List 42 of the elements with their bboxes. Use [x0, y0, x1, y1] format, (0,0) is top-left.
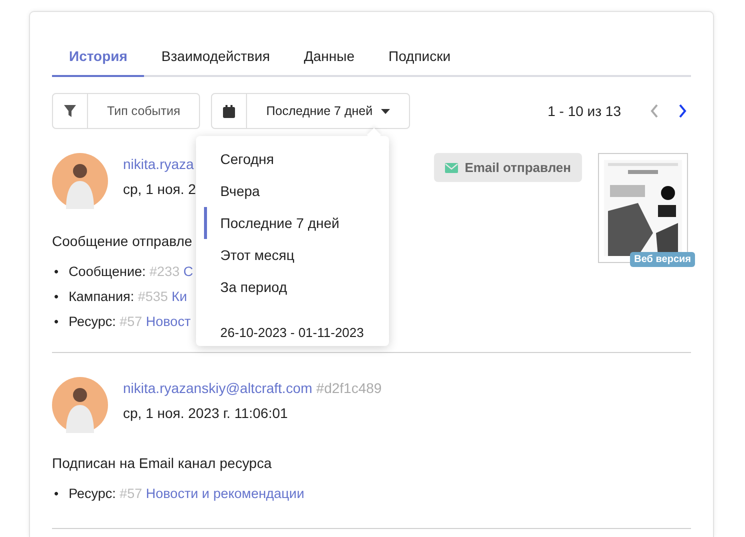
menu-item[interactable]: Сегодня: [204, 143, 390, 175]
page-range: 1 - 10 из 13: [548, 103, 621, 119]
caret-icon: [380, 108, 390, 114]
period-select[interactable]: Последние 7 дней: [247, 94, 409, 128]
contact-email[interactable]: nikita.ryazanskiy@altcraft.com: [123, 380, 312, 396]
status-badge: Email отправлен: [434, 153, 582, 182]
chevron-left-icon: [650, 104, 659, 118]
date-range: 26-10-2023 - 01-11-2023: [219, 324, 365, 340]
tab[interactable]: Данные: [286, 42, 372, 77]
menu-item[interactable]: Последние 7 дней: [204, 207, 390, 239]
avatar: [52, 377, 108, 433]
bullet: •: [54, 288, 59, 306]
detail-link[interactable]: Новост: [146, 314, 191, 329]
detail-link[interactable]: Ки: [172, 289, 188, 304]
event-date: ср, 1 ноя. 2: [123, 181, 196, 197]
detail-item: Ресурс: #57 Новости и рекомендации: [68, 485, 304, 503]
calendar-icon: [223, 104, 236, 118]
contact-hash: #d2f1c489: [316, 380, 382, 396]
event-type-filter[interactable]: Тип события: [52, 93, 200, 129]
tab[interactable]: Подписки: [372, 42, 468, 77]
tab[interactable]: История: [52, 42, 144, 77]
bullet: •: [54, 485, 59, 503]
menu-item[interactable]: Этот месяц: [204, 239, 390, 271]
event-description: Подписан на Email канал ресурса: [52, 455, 272, 471]
detail-link[interactable]: Новости и рекомендации: [146, 486, 304, 501]
bullet: •: [54, 263, 59, 281]
detail-item: Ресурс: #57 Новост: [68, 313, 191, 331]
event-description: Сообщение отправле: [52, 233, 192, 249]
chevron-right-icon: [678, 104, 687, 118]
menu-item[interactable]: Вчера: [204, 175, 390, 207]
detail-item: Сообщение: #233 С: [68, 263, 194, 281]
tab[interactable]: Взаимодействия: [144, 42, 287, 77]
detail-link[interactable]: С: [183, 264, 194, 279]
filter-icon: [64, 105, 76, 117]
event-type-label[interactable]: Тип события: [88, 94, 200, 128]
avatar: [52, 153, 108, 209]
detail-item: Кампания: #535 Ки: [68, 288, 188, 306]
event-date: ср, 1 ноя. 2023 г. 11:06:01: [123, 405, 288, 421]
envelope-icon: [444, 162, 458, 172]
bullet: •: [54, 313, 59, 331]
contact-email[interactable]: nikita.ryaza: [123, 156, 194, 172]
menu-item[interactable]: За период: [204, 271, 390, 303]
